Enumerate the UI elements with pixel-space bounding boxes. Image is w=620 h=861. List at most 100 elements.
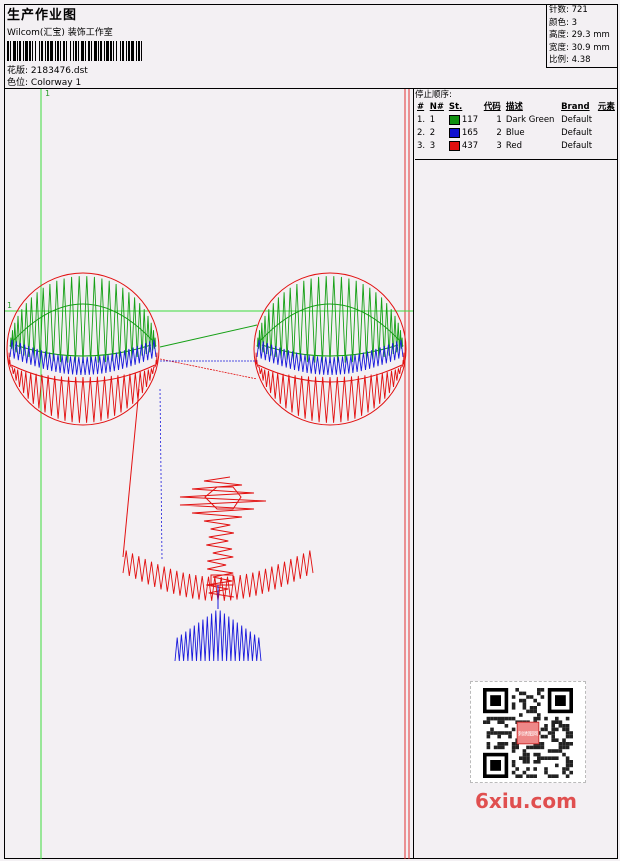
- qr-module: [515, 745, 519, 750]
- qr-module: [501, 742, 505, 746]
- qr-module: [533, 774, 537, 778]
- design-value: 2183476.dst: [30, 66, 88, 76]
- qr-module: [569, 742, 573, 746]
- qr-module: [533, 767, 537, 771]
- barcode-bar: [81, 41, 84, 61]
- qr-module: [511, 695, 516, 699]
- stat-scale: 比例: 4.38: [549, 55, 591, 65]
- barcode-bar: [57, 41, 59, 61]
- color-swatch: [448, 114, 460, 125]
- qr-module: [544, 767, 548, 771]
- barcode: [7, 41, 142, 61]
- qr-module: [526, 774, 530, 778]
- qr-module: [551, 774, 555, 778]
- qr-module: [529, 774, 534, 778]
- qr-module: [486, 716, 491, 721]
- barcode-bar: [75, 41, 77, 61]
- colorway-value: Colorway 1: [30, 78, 82, 88]
- qr-module: [497, 731, 501, 735]
- qr-module: [544, 734, 548, 739]
- nose: [179, 476, 267, 598]
- qr-module: [497, 716, 501, 721]
- qr-module: [519, 774, 523, 778]
- col-idx: #: [417, 102, 425, 112]
- stop-sequence-table: # N# St. 代码 描述 Brand 元素 1. 1 117 1 Dark …: [415, 101, 618, 153]
- barcode-bar: [106, 41, 109, 61]
- qr-module: [565, 763, 570, 768]
- qr-module: [544, 724, 548, 728]
- qr-module: [555, 738, 559, 742]
- qr-module: [555, 716, 559, 721]
- qr-module: [526, 709, 530, 714]
- qr-module: [508, 716, 512, 721]
- eye-arc: [12, 303, 154, 342]
- qr-module: [511, 763, 516, 768]
- barcode-bar: [13, 41, 16, 61]
- barcode-bar: [50, 41, 53, 61]
- qr-module: [569, 734, 573, 739]
- qr-module: [540, 756, 545, 760]
- qr-module: [558, 745, 563, 750]
- col-code: 代码: [483, 102, 501, 112]
- qr-module: [490, 727, 494, 732]
- qr-module: [501, 731, 505, 735]
- barcode-bar: [45, 41, 46, 61]
- barcode-bar: [78, 41, 79, 61]
- qr-module: [515, 774, 519, 778]
- qr-module: [508, 731, 512, 735]
- qr-module: [569, 731, 573, 735]
- qr-module: [565, 734, 570, 739]
- barcode-bar: [141, 41, 142, 61]
- qr-module: [504, 731, 509, 735]
- bridge-line: [159, 324, 258, 348]
- qr-module: [519, 756, 523, 760]
- qr-module: [493, 745, 498, 750]
- stitch-path: [256, 339, 404, 376]
- qr-module: [565, 767, 570, 771]
- qr-module: [493, 716, 498, 721]
- qr-module: [537, 756, 541, 760]
- qr-module: [490, 716, 494, 721]
- barcode-bar: [116, 41, 117, 61]
- col-brand: Brand: [561, 102, 590, 112]
- qr-module: [540, 727, 545, 732]
- qr-module: [497, 745, 501, 750]
- stitch-path: [174, 610, 262, 662]
- qr-module: [526, 745, 530, 750]
- qr-module: [493, 731, 498, 735]
- qr-module: [555, 727, 559, 732]
- qr-module: [533, 698, 537, 703]
- qr-module: [540, 688, 545, 692]
- qr-module: [565, 756, 570, 760]
- qr-module: [544, 756, 548, 760]
- qr-module: [551, 727, 555, 732]
- qr-module: [522, 752, 527, 757]
- qr-module: [551, 749, 555, 753]
- qr-module: [555, 763, 559, 768]
- col-n: N#: [429, 102, 444, 112]
- qr-module: [501, 745, 505, 750]
- qr-module: [562, 745, 566, 750]
- barcode-bar: [91, 41, 92, 61]
- qr-module: [565, 774, 570, 778]
- qr-module: [551, 724, 555, 728]
- qr-module: [562, 738, 566, 742]
- barcode-bar: [100, 41, 102, 61]
- qr-module: [501, 716, 505, 721]
- barcode-bar: [39, 41, 40, 61]
- qr-module: [565, 745, 570, 750]
- qr-module: [544, 770, 548, 775]
- stitch-path: [179, 476, 267, 598]
- barcode-bar: [113, 41, 114, 61]
- qr-module: [529, 709, 534, 714]
- left-eye: [6, 272, 160, 426]
- qr-module: [537, 688, 541, 692]
- qr-module: [511, 745, 516, 750]
- qr-module: [558, 742, 563, 746]
- table-row: 2. 2 165 2 Blue Default: [417, 127, 593, 138]
- qr-module: [522, 760, 527, 764]
- barcode-bar: [128, 41, 130, 61]
- stop-sequence-label: 停止顺序:: [415, 90, 452, 100]
- barcode-bar: [25, 41, 28, 61]
- qr-module: [490, 731, 494, 735]
